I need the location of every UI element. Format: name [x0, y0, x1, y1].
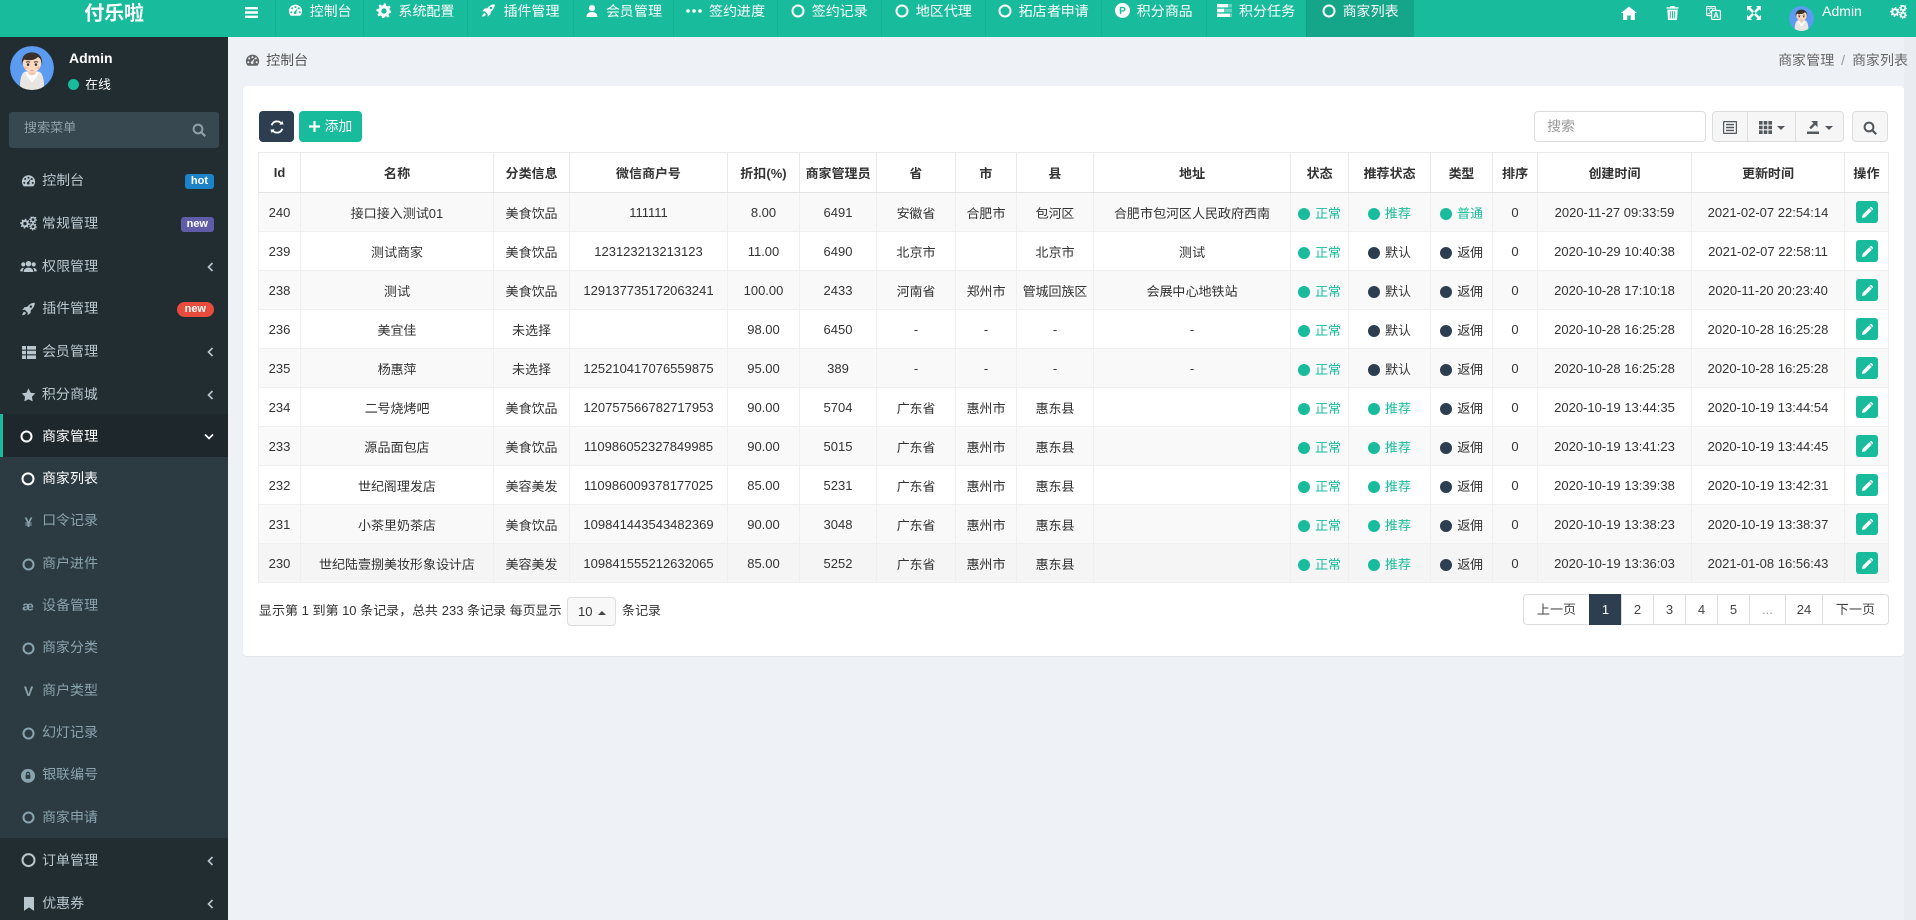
svg-text:A: A [1713, 10, 1719, 19]
svg-text:æ: æ [22, 599, 34, 613]
svg-text:¥: ¥ [24, 515, 32, 529]
svg-text:V: V [23, 684, 33, 698]
svg-text:P: P [1119, 6, 1126, 17]
